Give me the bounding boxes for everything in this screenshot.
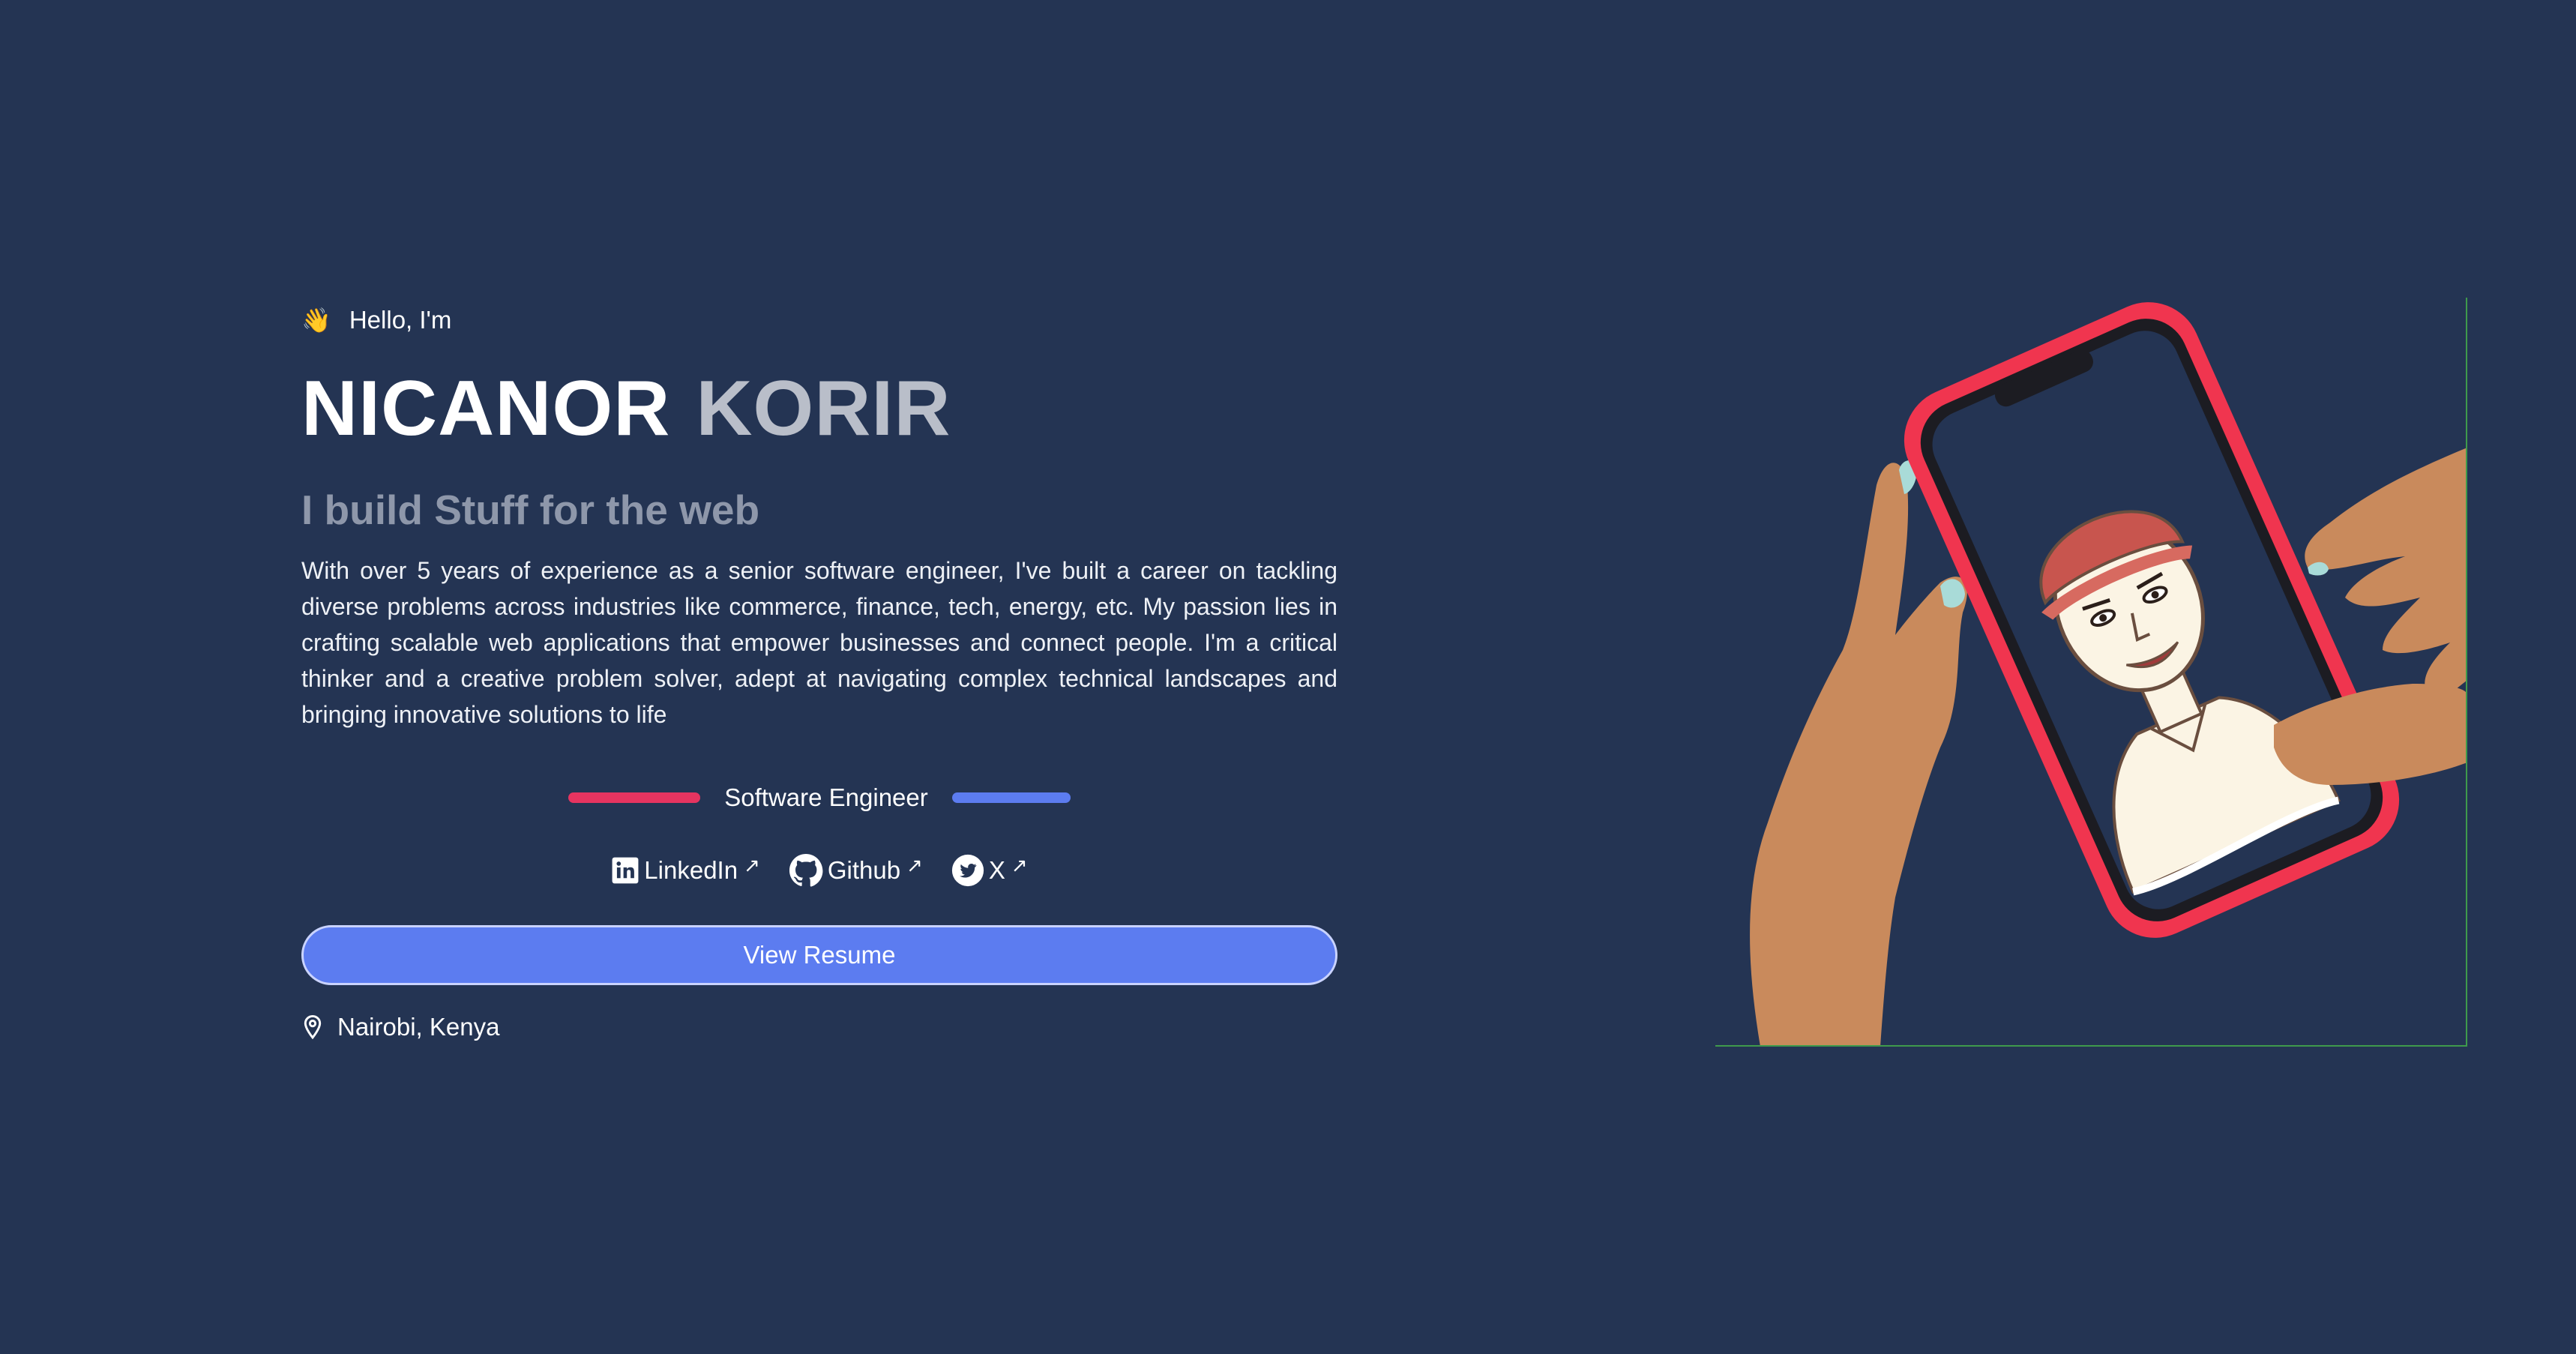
phone-in-hands-illustration: [1750, 302, 2466, 1045]
role-bar-left: [568, 792, 701, 803]
wave-icon: 👋: [301, 307, 331, 334]
full-name: NICANOR KORIR: [301, 366, 951, 451]
greeting-text: Hello, I'm: [349, 306, 452, 334]
external-link-icon: ↗: [1011, 853, 1028, 876]
twitter-label: X: [988, 856, 1005, 884]
github-label: Github: [827, 856, 901, 884]
role-bar-right: [951, 792, 1071, 803]
bio-paragraph: With over 5 years of experience as a sen…: [301, 557, 1337, 728]
map-pin-icon: [304, 1014, 322, 1040]
twitter-link[interactable]: X ↗: [951, 854, 1028, 887]
hero-section: 👋 Hello, I'm NICANOR KORIR I build Stuff …: [0, 0, 2576, 1354]
external-link-icon: ↗: [906, 853, 923, 876]
location-text: Nairobi, Kenya: [337, 1013, 500, 1041]
role-row: Software Engineer: [301, 783, 1337, 812]
hero-illustration: [1715, 298, 2467, 1047]
linkedin-label: LinkedIn: [644, 856, 738, 884]
location: Nairobi, Kenya: [301, 1013, 499, 1041]
tagline: I build Stuff for the web: [301, 487, 760, 533]
github-icon: [789, 853, 823, 887]
twitter-icon: [951, 854, 984, 887]
first-name: NICANOR: [301, 365, 671, 452]
linkedin-icon: [612, 857, 639, 884]
greeting: 👋 Hello, I'm: [301, 306, 451, 334]
external-link-icon: ↗: [744, 853, 760, 876]
social-links: LinkedIn ↗ Github ↗ X ↗: [301, 853, 1337, 888]
view-resume-button[interactable]: View Resume: [301, 925, 1337, 985]
github-link[interactable]: Github ↗: [789, 853, 923, 888]
linkedin-link[interactable]: LinkedIn ↗: [611, 853, 760, 885]
last-name: KORIR: [696, 365, 951, 452]
role-label: Software Engineer: [724, 783, 928, 811]
